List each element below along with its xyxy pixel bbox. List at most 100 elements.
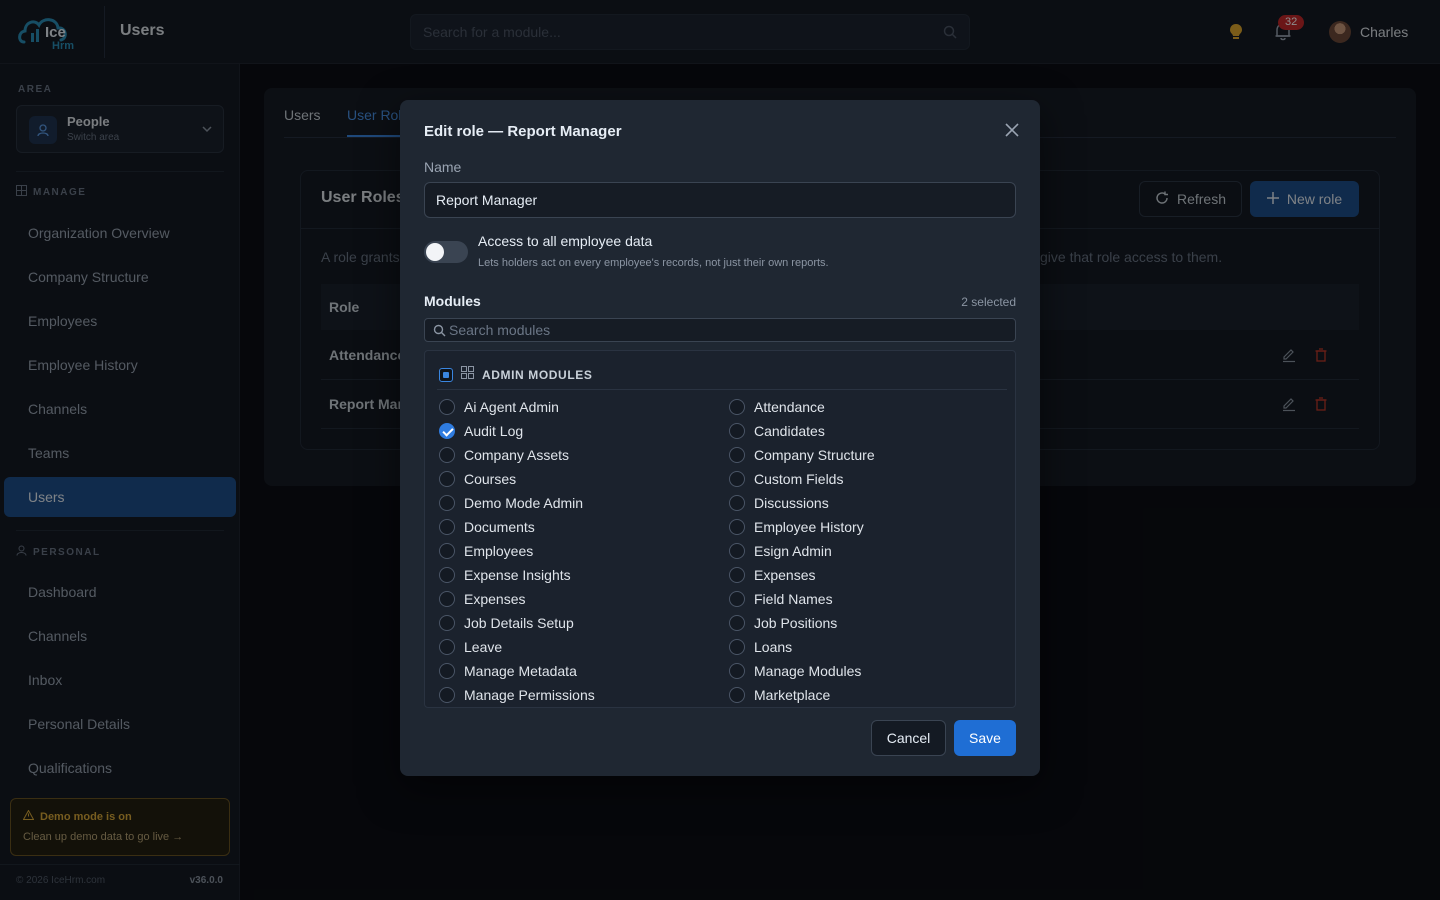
module-option-manage-permissions[interactable]: Manage Permissions (439, 687, 595, 703)
module-label: Expenses (464, 591, 526, 607)
module-checkbox[interactable] (729, 399, 745, 415)
module-option-company-structure[interactable]: Company Structure (729, 447, 875, 463)
toggle-description: Lets holders act on every employee's rec… (478, 257, 829, 269)
module-label: Marketplace (754, 687, 831, 703)
module-label: Documents (464, 519, 535, 535)
module-option-employees[interactable]: Employees (439, 543, 533, 559)
module-label: Employees (464, 543, 534, 559)
module-checkbox[interactable] (729, 567, 745, 583)
modules-search[interactable] (424, 318, 1016, 342)
module-option-expense-insights[interactable]: Expense Insights (439, 567, 571, 583)
module-label: Job Details Setup (464, 615, 574, 631)
module-label: Expenses (754, 567, 816, 583)
module-option-marketplace[interactable]: Marketplace (729, 687, 830, 703)
module-option-loans[interactable]: Loans (729, 639, 792, 655)
module-checkbox[interactable] (729, 591, 745, 607)
module-label: Esign Admin (754, 543, 832, 559)
module-option-esign-admin[interactable]: Esign Admin (729, 543, 832, 559)
module-option-expenses[interactable]: Expenses (439, 591, 525, 607)
module-label: Manage Metadata (464, 663, 577, 679)
search-icon (433, 324, 446, 342)
module-label: Attendance (754, 399, 825, 415)
modules-list: ADMIN MODULES Ai Agent Admin Audit Log Com… (424, 350, 1016, 708)
module-option-demo-mode-admin[interactable]: Demo Mode Admin (439, 495, 583, 511)
module-checkbox[interactable] (439, 399, 455, 415)
module-option-custom-fields[interactable]: Custom Fields (729, 471, 843, 487)
module-label: Custom Fields (754, 471, 844, 487)
module-checkbox[interactable] (439, 567, 455, 583)
module-checkbox[interactable] (439, 687, 455, 703)
module-checkbox[interactable] (439, 519, 455, 535)
close-icon[interactable] (1002, 120, 1022, 140)
module-checkbox[interactable] (729, 423, 745, 439)
module-option-documents[interactable]: Documents (439, 519, 535, 535)
module-checkbox[interactable] (439, 639, 455, 655)
module-option-manage-modules[interactable]: Manage Modules (729, 663, 861, 679)
module-checkbox[interactable] (439, 543, 455, 559)
module-option-candidates[interactable]: Candidates (729, 423, 825, 439)
dialog-title: Edit role — Report Manager (424, 123, 622, 140)
module-option-manage-metadata[interactable]: Manage Metadata (439, 663, 577, 679)
module-checkbox[interactable] (729, 687, 745, 703)
module-option-company-assets[interactable]: Company Assets (439, 447, 569, 463)
module-option-job-details-setup[interactable]: Job Details Setup (439, 615, 574, 631)
cancel-button[interactable]: Cancel (871, 720, 946, 756)
module-option-leave[interactable]: Leave (439, 639, 502, 655)
module-label: Loans (754, 639, 793, 655)
edit-role-dialog: Edit role — Report Manager Name Access t… (400, 100, 1040, 776)
module-checkbox[interactable] (729, 495, 745, 511)
all-employee-access-toggle[interactable] (424, 241, 468, 263)
module-label: Expense Insights (464, 567, 571, 583)
module-checkbox[interactable] (439, 615, 455, 631)
module-label: Leave (464, 639, 503, 655)
module-checkbox[interactable] (729, 663, 745, 679)
module-option-audit-log[interactable]: Audit Log (439, 423, 523, 439)
module-label: Company Structure (754, 447, 875, 463)
module-checkbox[interactable] (729, 471, 745, 487)
grid-icon (461, 366, 474, 384)
module-label: Demo Mode Admin (464, 495, 584, 511)
name-label: Name (424, 159, 462, 175)
module-label: Ai Agent Admin (464, 399, 559, 415)
module-option-discussions[interactable]: Discussions (729, 495, 829, 511)
module-checkbox[interactable] (729, 447, 745, 463)
module-checkbox[interactable] (439, 663, 455, 679)
module-checkbox[interactable] (729, 543, 745, 559)
module-option-expenses[interactable]: Expenses (729, 567, 815, 583)
role-name-input[interactable] (424, 182, 1016, 218)
module-checkbox[interactable] (439, 471, 455, 487)
module-checkbox[interactable] (729, 639, 745, 655)
module-label: Employee History (754, 519, 864, 535)
module-label: Manage Modules (754, 663, 862, 679)
module-label: Candidates (754, 423, 825, 439)
selected-count: 2 selected (961, 295, 1016, 309)
module-label: Company Assets (464, 447, 570, 463)
group-divider (437, 389, 1007, 390)
module-checkbox[interactable] (439, 423, 455, 439)
module-label: Manage Permissions (464, 687, 595, 703)
module-label: Field Names (754, 591, 833, 607)
module-checkbox[interactable] (439, 495, 455, 511)
module-label: Audit Log (464, 423, 524, 439)
module-option-courses[interactable]: Courses (439, 471, 516, 487)
module-checkbox[interactable] (729, 519, 745, 535)
module-label: Discussions (754, 495, 829, 511)
module-option-employee-history[interactable]: Employee History (729, 519, 864, 535)
module-option-field-names[interactable]: Field Names (729, 591, 833, 607)
toggle-knob (426, 243, 444, 261)
group-checkbox[interactable] (439, 368, 453, 382)
save-button[interactable]: Save (954, 720, 1016, 756)
module-option-job-positions[interactable]: Job Positions (729, 615, 837, 631)
modules-label: Modules (424, 293, 481, 309)
module-option-ai-agent-admin[interactable]: Ai Agent Admin (439, 399, 559, 415)
admin-modules-group[interactable]: ADMIN MODULES (439, 366, 592, 384)
module-checkbox[interactable] (729, 615, 745, 631)
modules-search-input[interactable] (449, 319, 1009, 341)
module-checkbox[interactable] (439, 591, 455, 607)
module-label: Courses (464, 471, 517, 487)
module-label: Job Positions (754, 615, 838, 631)
module-checkbox[interactable] (439, 447, 455, 463)
group-label: ADMIN MODULES (482, 368, 593, 382)
toggle-title: Access to all employee data (478, 233, 653, 249)
module-option-attendance[interactable]: Attendance (729, 399, 825, 415)
